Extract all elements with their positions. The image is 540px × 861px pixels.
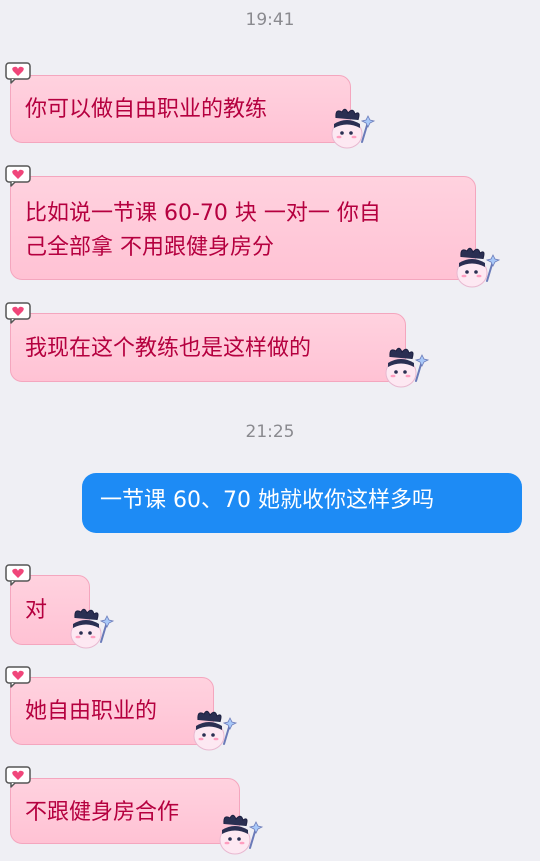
ghost-mascot-icon — [456, 247, 501, 288]
pixel-heart-icon — [5, 564, 31, 586]
pixel-heart-icon — [5, 62, 31, 84]
ghost-mascot-icon — [193, 710, 238, 751]
timestamp: 21:25 — [245, 422, 295, 442]
message-text-line: 一节课 60、70 她就收你这样多吗 — [100, 488, 434, 513]
ghost-mascot-icon — [219, 814, 264, 855]
ghost-mascot-icon — [331, 108, 376, 149]
timestamp: 19:41 — [245, 10, 295, 30]
ghost-mascot-icon — [70, 608, 115, 649]
pixel-heart-icon — [5, 165, 31, 187]
pixel-heart-icon — [5, 766, 31, 788]
incoming-message-bubble[interactable]: 你可以做自由职业的教练 — [10, 75, 351, 143]
message-text-line: 不跟健身房合作 — [25, 800, 180, 825]
message-text-line: 己全部拿 不用跟健身房分 — [25, 235, 274, 260]
ghost-mascot-icon — [385, 347, 430, 388]
message-text-line: 我现在这个教练也是这样做的 — [25, 336, 312, 361]
message-text-line: 她自由职业的 — [25, 699, 158, 724]
message-text-line: 比如说一节课 60-70 块 一对一 你自 — [25, 201, 381, 226]
pixel-heart-icon — [5, 666, 31, 688]
incoming-message-bubble[interactable]: 比如说一节课 60-70 块 一对一 你自 己全部拿 不用跟健身房分 — [10, 176, 476, 280]
pixel-heart-icon — [5, 302, 31, 324]
incoming-message-bubble[interactable]: 我现在这个教练也是这样做的 — [10, 313, 406, 382]
outgoing-message-bubble[interactable]: 一节课 60、70 她就收你这样多吗 — [82, 473, 522, 533]
message-text-line: 你可以做自由职业的教练 — [25, 97, 268, 122]
